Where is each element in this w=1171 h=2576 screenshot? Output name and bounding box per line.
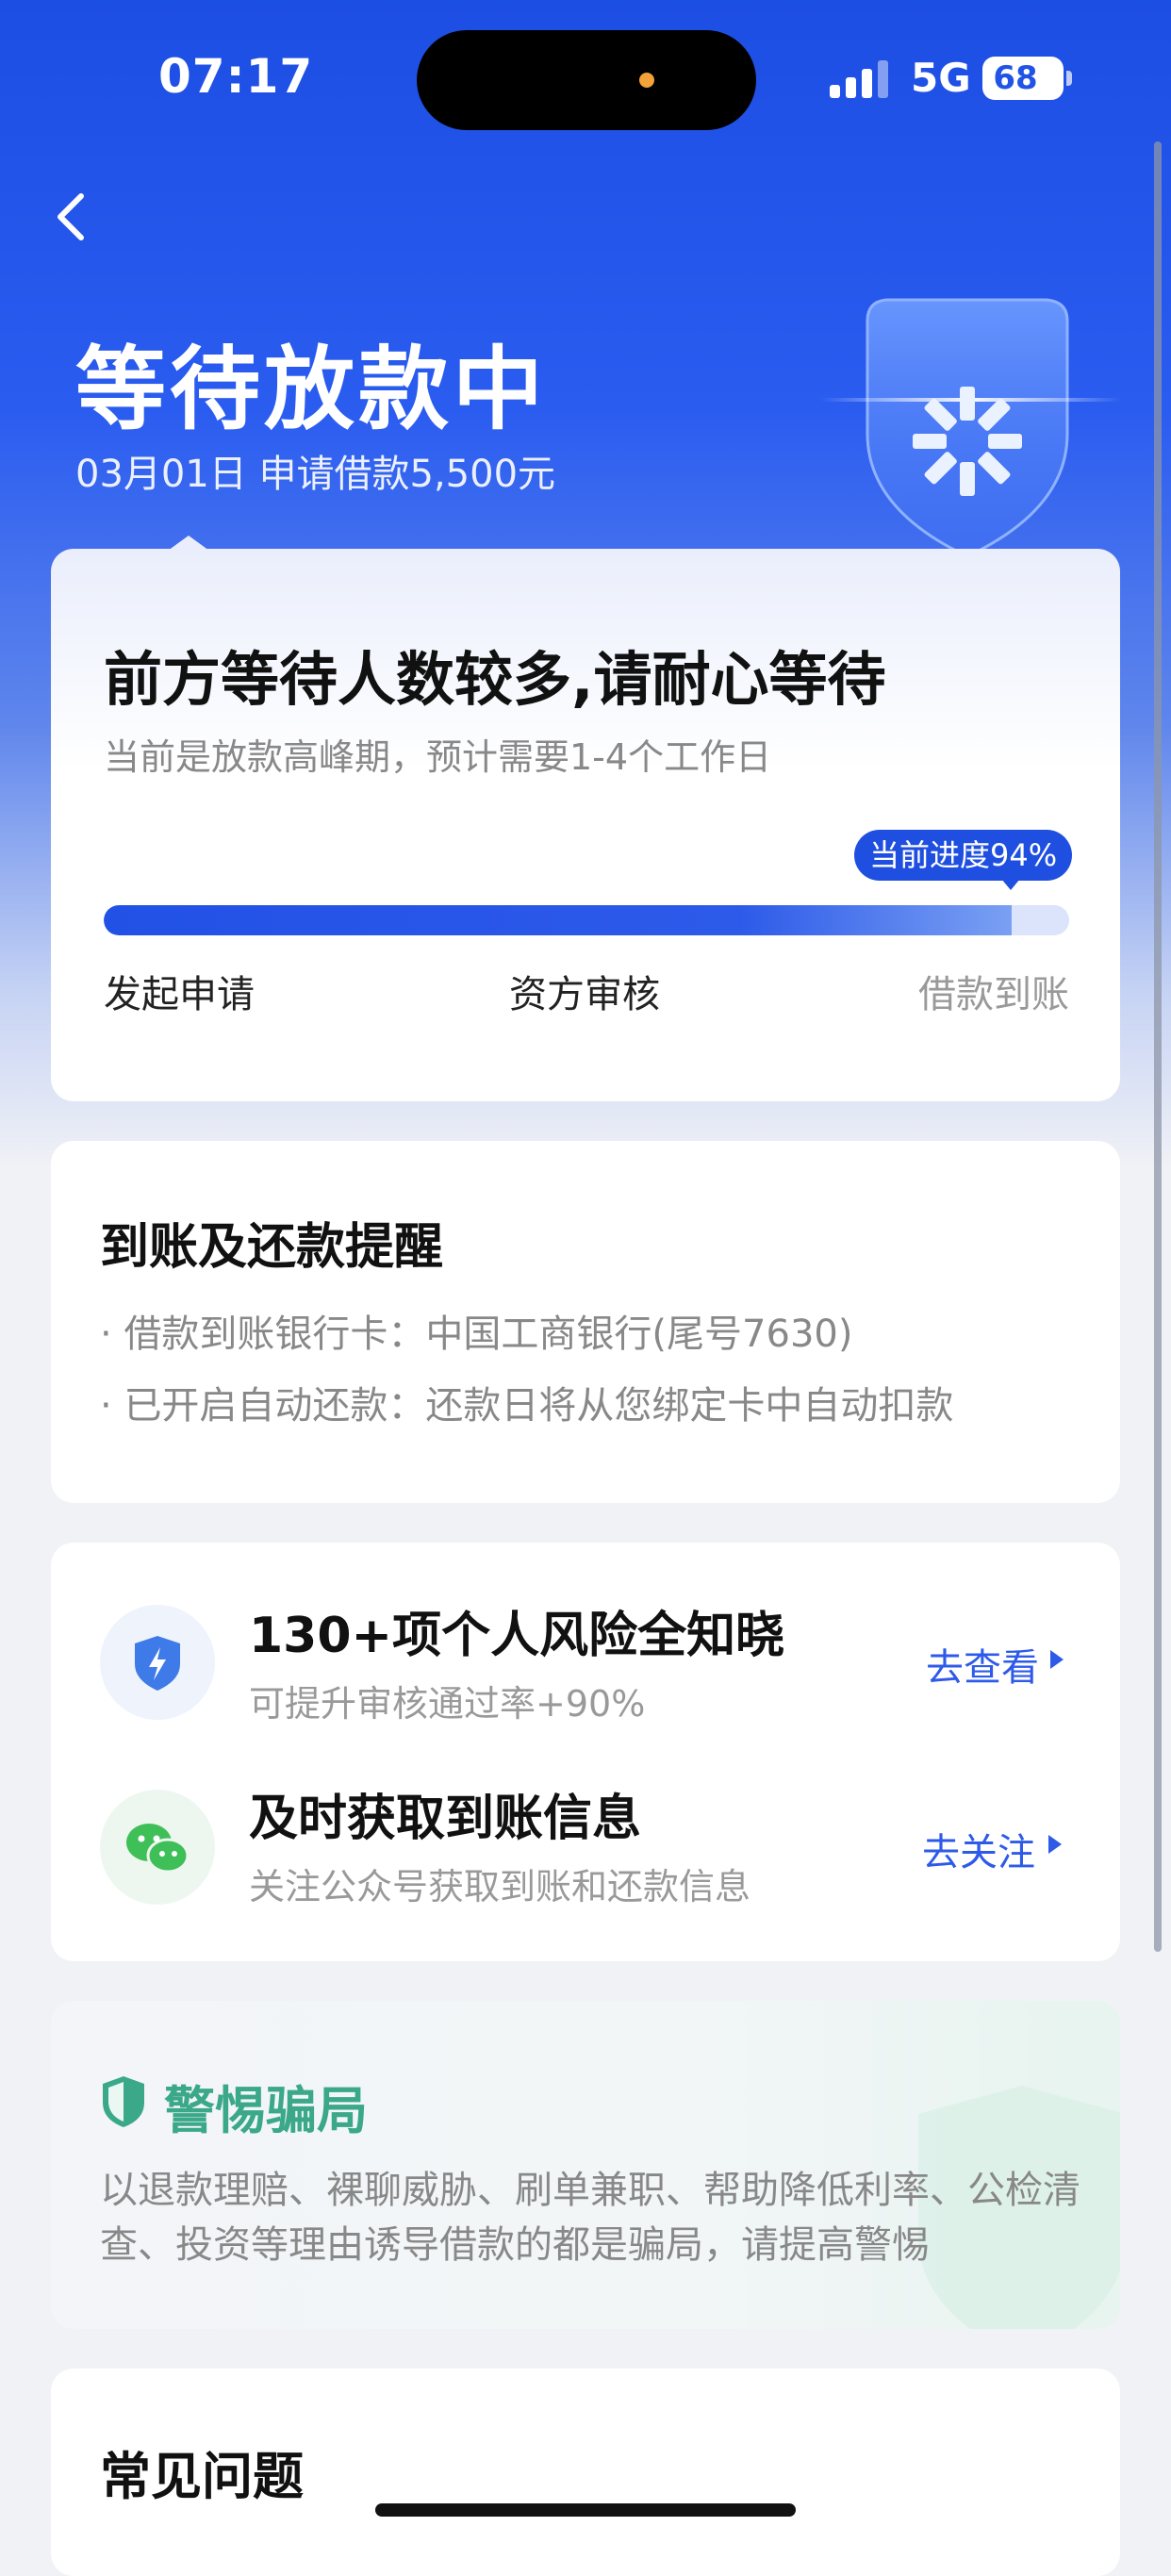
battery-tip bbox=[1066, 71, 1072, 86]
feature-wechat-subtitle: 关注公众号获取到账和还款信息 bbox=[249, 1866, 751, 1907]
chevron-left-icon bbox=[58, 193, 84, 240]
progress-bar-fill bbox=[104, 905, 1012, 935]
back-button[interactable] bbox=[49, 189, 96, 245]
step-apply: 发起申请 bbox=[104, 973, 255, 1016]
network-type: 5G bbox=[911, 55, 971, 101]
shield-check-icon bbox=[103, 2076, 144, 2127]
battery-level: 68 bbox=[993, 59, 1038, 97]
warning-title: 警惕骗局 bbox=[164, 2081, 368, 2140]
progress-heading: 前方等待人数较多,请耐心等待 bbox=[104, 645, 886, 714]
reminder-item-text: 借款到账银行卡：中国工商银行(尾号7630) bbox=[124, 1313, 853, 1356]
faq-heading: 常见问题 bbox=[100, 2447, 304, 2506]
feature-wechat-title: 及时获取到账信息 bbox=[249, 1791, 642, 1847]
reminder-card: 到账及还款提醒 · 借款到账银行卡：中国工商银行(尾号7630) · 已开启自动… bbox=[51, 1141, 1120, 1503]
follow-wechat-link[interactable]: 去关注 bbox=[922, 1822, 1035, 1876]
triangle-right-icon bbox=[1050, 1650, 1064, 1669]
step-disbursed: 借款到账 bbox=[918, 973, 1069, 1016]
application-summary: 03月01日 申请借款5,500元 bbox=[75, 453, 556, 496]
progress-bar bbox=[104, 905, 1069, 935]
features-card: 130+项个人风险全知晓 可提升审核通过率+90% 去查看 及时获取到账信息 关… bbox=[51, 1543, 1120, 1961]
status-time: 07:17 bbox=[158, 49, 314, 104]
triangle-right-icon bbox=[1048, 1835, 1062, 1854]
home-indicator[interactable] bbox=[375, 2503, 796, 2517]
page-title: 等待放款中 bbox=[75, 337, 547, 442]
dynamic-island bbox=[417, 30, 756, 130]
reminder-item-bank-card: · 借款到账银行卡：中国工商银行(尾号7630) bbox=[100, 1313, 853, 1356]
camera-indicator bbox=[639, 73, 654, 88]
cellular-signal-icon bbox=[830, 60, 890, 98]
view-risk-link[interactable]: 去查看 bbox=[926, 1637, 1039, 1692]
reminder-heading: 到账及还款提醒 bbox=[100, 1219, 444, 1276]
shield-bolt-icon bbox=[100, 1605, 215, 1720]
reminder-item-text: 已开启自动还款：还款日将从您绑定卡中自动扣款 bbox=[124, 1384, 954, 1428]
progress-badge-pointer bbox=[1001, 879, 1020, 890]
step-review: 资方审核 bbox=[509, 973, 660, 1016]
wechat-icon bbox=[100, 1790, 215, 1905]
battery-icon: 68 bbox=[982, 57, 1064, 100]
shield-logo-icon bbox=[811, 292, 1131, 566]
fraud-warning-card: 警惕骗局 以退款理赔、裸聊威胁、刷单兼职、帮助降低利率、公检清查、投资等理由诱导… bbox=[51, 2001, 1120, 2329]
warning-body: 以退款理赔、裸聊威胁、刷单兼职、帮助降低利率、公检清查、投资等理由诱导借款的都是… bbox=[100, 2169, 1080, 2267]
feature-risk-title: 130+项个人风险全知晓 bbox=[249, 1608, 785, 1664]
reminder-item-auto-repay: · 已开启自动还款：还款日将从您绑定卡中自动扣款 bbox=[100, 1384, 954, 1428]
progress-card: 前方等待人数较多,请耐心等待 当前是放款高峰期，预计需要1-4个工作日 当前进度… bbox=[51, 549, 1120, 1101]
feature-risk-subtitle: 可提升审核通过率+90% bbox=[249, 1683, 646, 1725]
status-bar: 07:17 5G 68 bbox=[0, 0, 1171, 160]
faq-card[interactable]: 常见问题 bbox=[51, 2369, 1120, 2576]
progress-subheading: 当前是放款高峰期，预计需要1-4个工作日 bbox=[104, 736, 772, 778]
progress-badge: 当前进度94% bbox=[854, 830, 1073, 881]
scrollbar[interactable] bbox=[1154, 141, 1162, 1952]
